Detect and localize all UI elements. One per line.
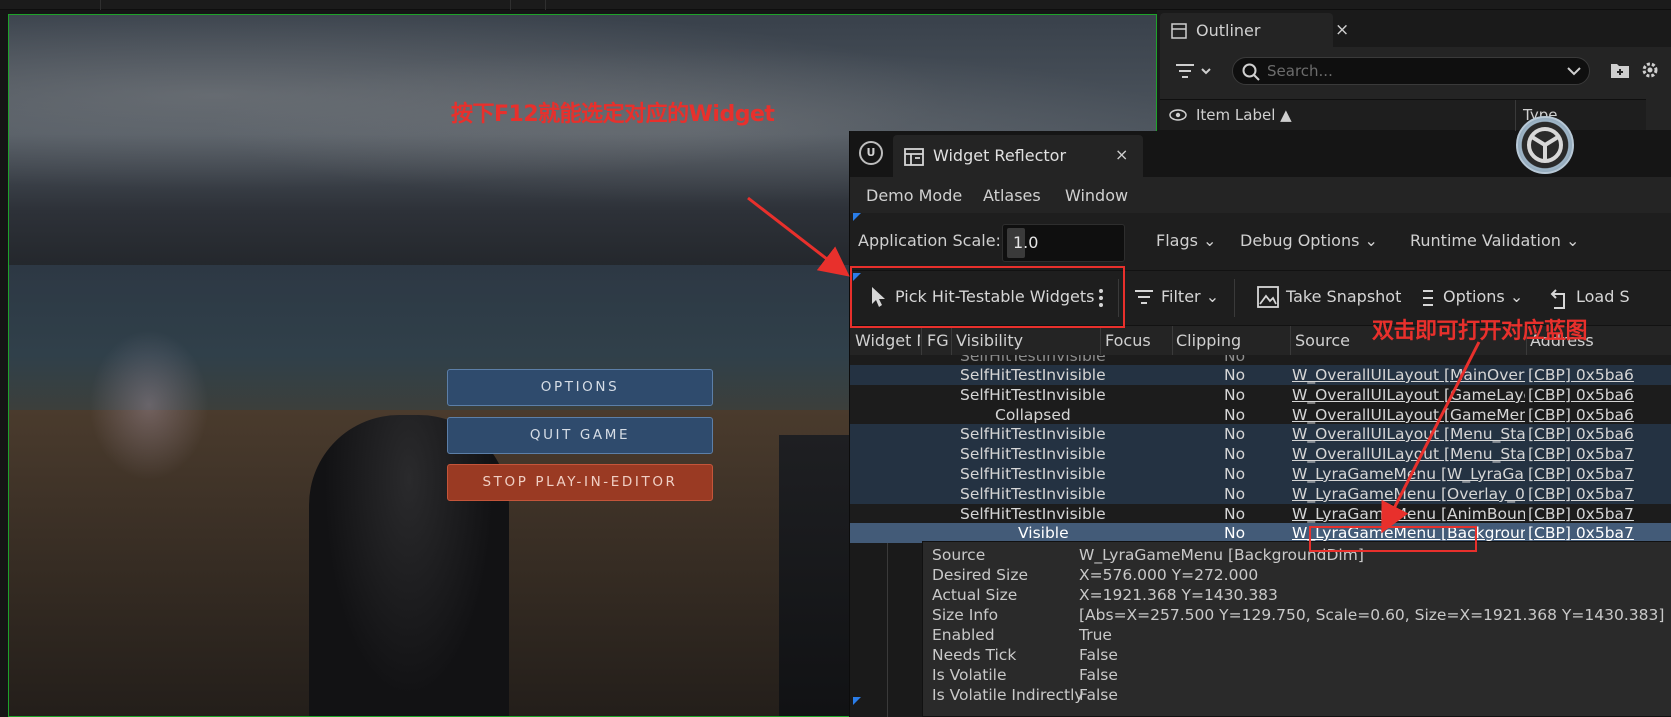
arrow-to-pick bbox=[747, 196, 850, 277]
annotation-arrows bbox=[747, 196, 1481, 534]
arrow-to-source bbox=[1381, 341, 1481, 534]
